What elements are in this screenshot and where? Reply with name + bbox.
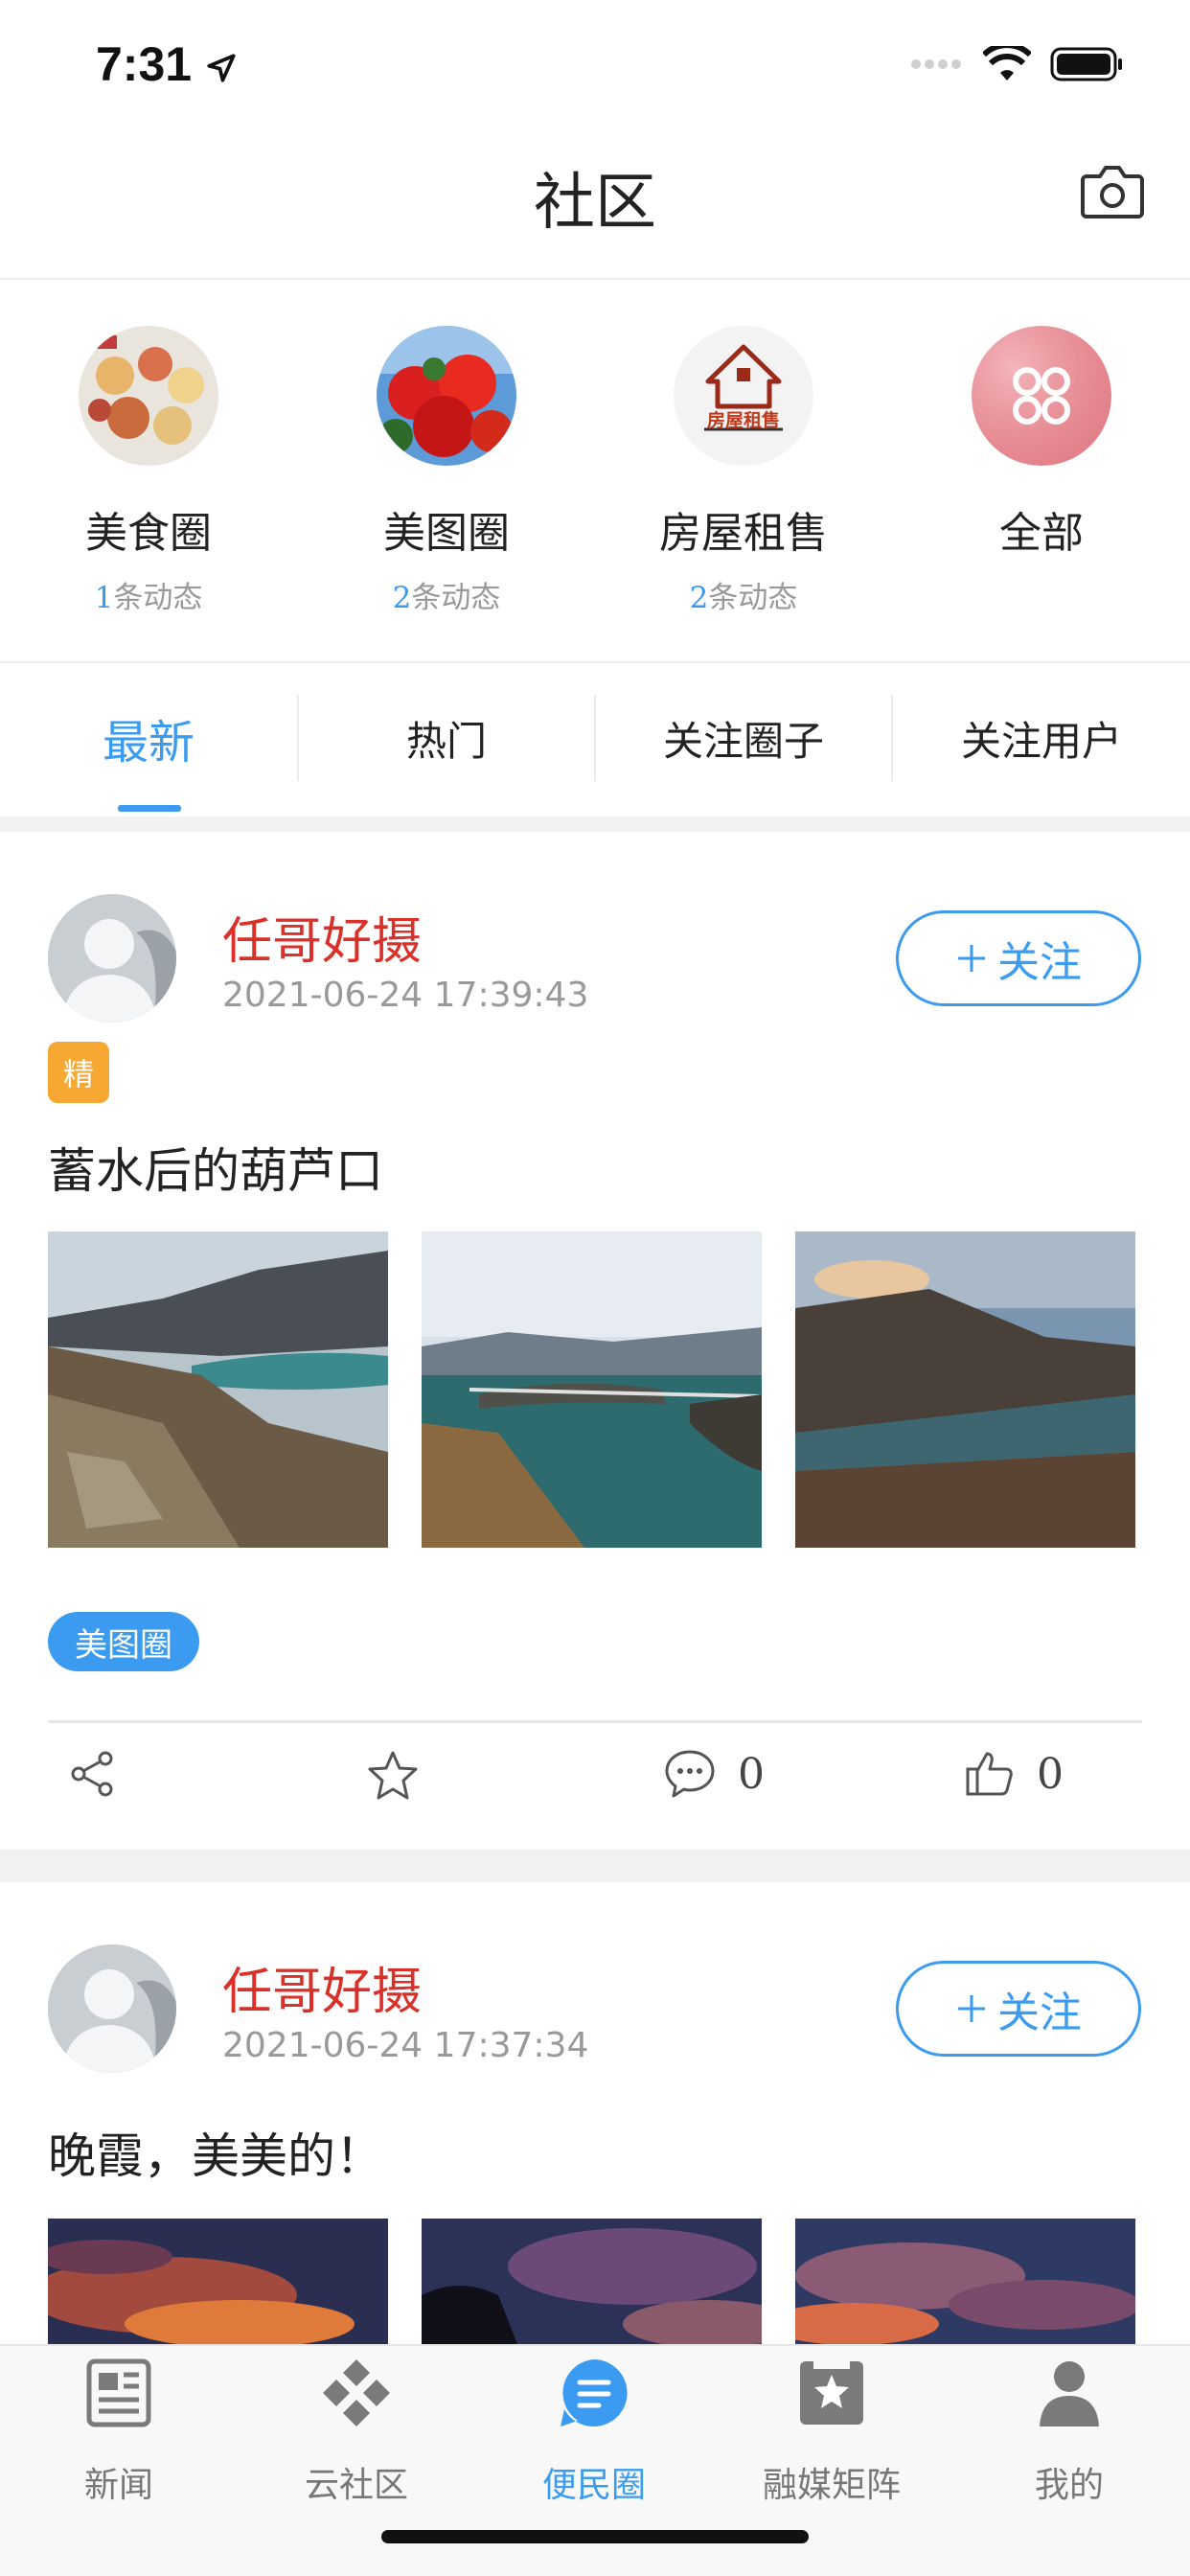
signal-icon [911, 59, 961, 69]
nav-item-cloud-community[interactable]: 云社区 [238, 2358, 475, 2507]
camera-icon[interactable] [1081, 163, 1144, 218]
share-button[interactable] [69, 1750, 117, 1798]
nav-label: 融媒矩阵 [762, 2466, 901, 2505]
housing-logo: 房屋租售 [674, 326, 813, 466]
circles-divider [0, 661, 1190, 663]
post-text[interactable]: 晚霞，美美的！ [48, 2118, 383, 2187]
cloud-community-icon [323, 2359, 390, 2426]
status-icons [910, 46, 1123, 82]
plus-icon [958, 1995, 985, 2022]
header-divider [0, 278, 1190, 280]
page-title: 社区 [534, 168, 656, 239]
post-text[interactable]: 蓄水后的葫芦口 [48, 1133, 383, 1202]
nav-label: 我的 [1034, 2466, 1104, 2505]
like-count: 0 [1037, 1749, 1064, 1799]
author-name[interactable]: 任哥好摄 [222, 901, 422, 973]
nav-label: 新闻 [83, 2466, 153, 2505]
status-time: 7:31 [96, 36, 238, 92]
circle-tag[interactable]: 美图圈 [48, 1612, 199, 1671]
follow-button[interactable]: 关注 [896, 1961, 1141, 2057]
nav-label: 云社区 [304, 2466, 408, 2505]
avatar[interactable] [48, 1944, 176, 2073]
circle-name: 房屋租售 [659, 509, 828, 558]
photo-circle-image [377, 326, 516, 466]
comment-button[interactable]: 0 [663, 1748, 765, 1800]
post-image[interactable] [48, 1231, 388, 1548]
circle-item-food[interactable]: 美食圈 1条动态 [53, 326, 244, 616]
section-gap [0, 816, 1190, 832]
nav-item-news[interactable]: 新闻 [0, 2358, 238, 2507]
circle-item-all[interactable]: 全部 [946, 326, 1137, 560]
circle-item-photo[interactable]: 美图圈 2条动态 [351, 326, 542, 616]
nav-item-service-circle[interactable]: 便民圈 [475, 2358, 713, 2507]
star-icon [368, 1751, 418, 1800]
tab-latest[interactable]: 最新 [0, 671, 297, 805]
profile-icon [1040, 2361, 1099, 2426]
wifi-icon [983, 46, 1031, 80]
news-icon [86, 2358, 151, 2427]
like-button[interactable]: 0 [964, 1748, 1064, 1800]
location-arrow-icon [207, 54, 236, 82]
post-image[interactable] [795, 1231, 1135, 1548]
tab-followed-users[interactable]: 关注用户 [893, 671, 1190, 805]
post-image[interactable] [422, 2219, 762, 2344]
service-circle-icon [561, 2359, 628, 2426]
share-icon [71, 1751, 113, 1797]
follow-button[interactable]: 关注 [896, 910, 1141, 1006]
food-circle-image [79, 326, 218, 466]
post-gap [0, 1850, 1190, 1882]
nav-item-profile[interactable]: 我的 [950, 2358, 1188, 2507]
circle-count: 2条动态 [392, 581, 501, 615]
favorite-button[interactable] [366, 1750, 420, 1802]
circle-name: 美食圈 [85, 509, 212, 558]
featured-badge: 精 [48, 1042, 109, 1103]
post-divider [48, 1720, 1142, 1723]
comment-icon [665, 1750, 715, 1798]
post-image[interactable] [422, 1231, 762, 1548]
plus-icon [958, 945, 985, 972]
tab-followed-circles[interactable]: 关注圈子 [596, 671, 891, 805]
post-image[interactable] [48, 2219, 388, 2344]
circle-count: 2条动态 [689, 581, 798, 615]
post-time: 2021-06-24 17:39:43 [222, 976, 589, 1015]
thumbs-up-icon [966, 1752, 1013, 1796]
circle-name: 全部 [999, 509, 1084, 558]
circle-item-housing[interactable]: 房屋租售 房屋租售 2条动态 [648, 326, 839, 616]
battery-icon [1050, 47, 1122, 81]
all-circles-icon [972, 326, 1111, 466]
nav-item-media-matrix[interactable]: 融媒矩阵 [713, 2358, 950, 2507]
circle-name: 美图圈 [383, 509, 510, 558]
active-tab-indicator [118, 805, 181, 812]
post-image[interactable] [795, 2219, 1135, 2344]
avatar[interactable] [48, 894, 176, 1023]
media-matrix-icon [800, 2361, 863, 2425]
post-time: 2021-06-24 17:37:34 [222, 2026, 589, 2065]
comment-count: 0 [738, 1749, 765, 1799]
author-name[interactable]: 任哥好摄 [222, 1951, 422, 2023]
circle-count: 1条动态 [94, 581, 203, 615]
home-indicator [381, 2530, 809, 2543]
housing-logo-text: 房屋租售 [706, 410, 780, 431]
nav-label: 便民圈 [541, 2466, 646, 2505]
tab-hot[interactable]: 热门 [299, 671, 594, 805]
